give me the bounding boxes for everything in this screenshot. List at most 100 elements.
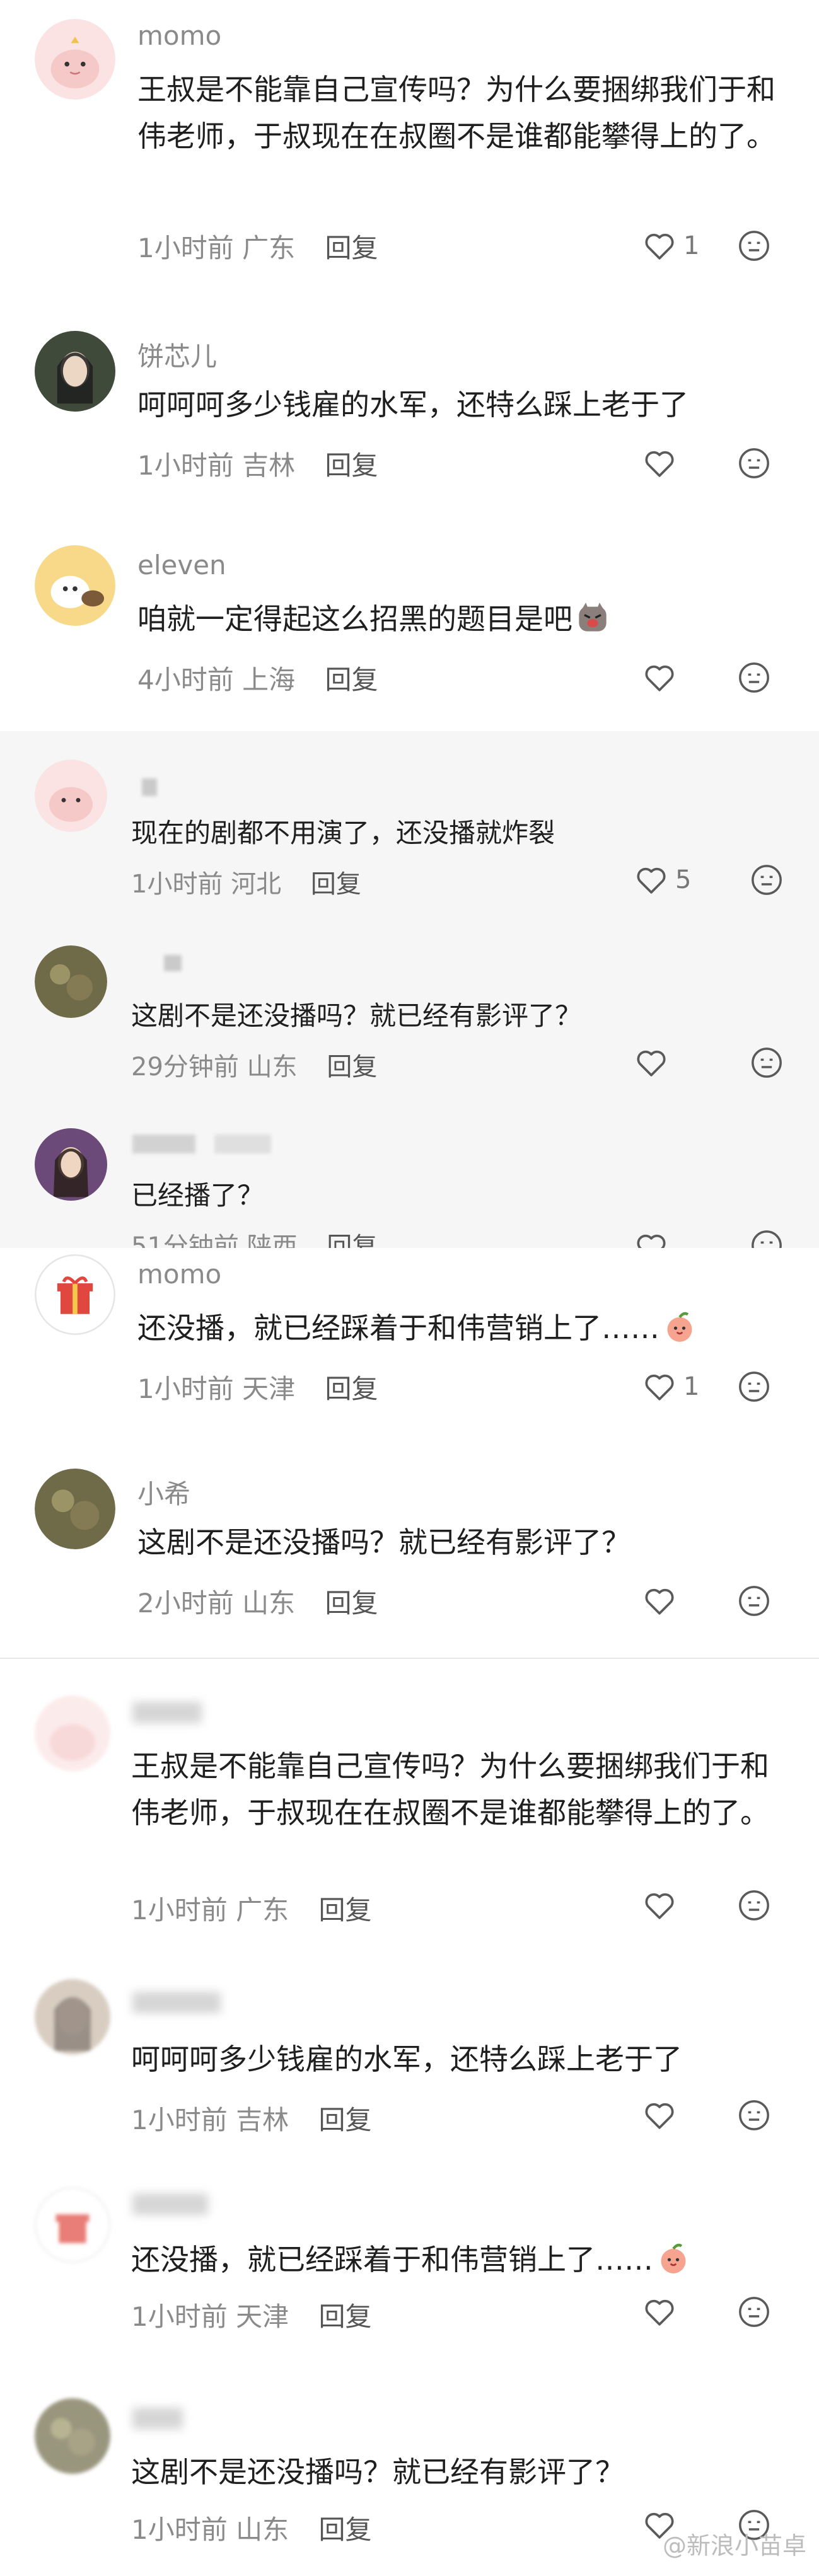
clipped-meta-row: 51分钟前 陕西 回复 <box>0 1223 819 1248</box>
reply-button[interactable]: 回复 <box>311 870 361 899</box>
like-button[interactable] <box>634 1228 675 1248</box>
location: 吉林 <box>242 450 296 481</box>
emoji-reaction-button[interactable] <box>736 228 772 263</box>
avatar[interactable] <box>35 1469 115 1549</box>
comment-meta: 4小时前 上海 回复 <box>137 659 378 697</box>
neutral-face-icon <box>739 1372 769 1402</box>
heart-outline-icon <box>645 233 674 260</box>
like-button[interactable] <box>642 2096 683 2134</box>
username[interactable]: 小希 <box>137 1473 190 1511</box>
reply-button[interactable]: 回复 <box>327 1053 377 1082</box>
like-button[interactable] <box>642 659 683 696</box>
username[interactable]: momo <box>137 1259 221 1290</box>
avatar[interactable] <box>35 1695 110 1771</box>
divider <box>0 1658 819 1659</box>
like-button[interactable]: 1 <box>642 1368 699 1406</box>
reply-button[interactable]: 回复 <box>325 450 378 481</box>
like-button[interactable] <box>642 444 683 482</box>
comment-meta: 1小时前 天津 回复 <box>131 2296 371 2334</box>
like-button[interactable] <box>642 1582 683 1620</box>
comment-text: 现在的剧都不用演了，还没播就炸裂 <box>131 817 555 848</box>
emoji-reaction-button[interactable] <box>749 1045 784 1080</box>
reply-button[interactable]: 回复 <box>327 1232 377 1248</box>
emoji-reaction-button[interactable] <box>736 446 772 481</box>
location: 陕西 <box>247 1232 298 1248</box>
like-button[interactable]: 1 <box>642 227 699 265</box>
emoji-reaction-button[interactable] <box>736 1369 772 1404</box>
comment-text: 咱就一定得起这么招黑的题目是吧 <box>137 596 793 642</box>
username-redacted <box>132 1702 202 1723</box>
emoji-reaction-button[interactable] <box>736 1888 772 1923</box>
timestamp: 1小时前 <box>137 1373 234 1404</box>
comment-text: 已经播了？ <box>131 1180 264 1211</box>
heart-outline-icon <box>645 451 674 477</box>
timestamp: 29分钟前 <box>131 1053 239 1082</box>
username[interactable]: eleven <box>137 550 226 580</box>
username-redacted <box>132 1992 221 2013</box>
avatar[interactable] <box>35 1254 115 1335</box>
timestamp: 1小时前 <box>131 1895 228 1926</box>
comment-meta: 1小时前 广东 回复 <box>131 1889 371 1927</box>
avatar[interactable] <box>35 1979 110 2055</box>
reply-button[interactable]: 回复 <box>325 1373 378 1404</box>
reply-button[interactable]: 回复 <box>318 2301 371 2332</box>
comment-meta: 1小时前 河北 回复 <box>131 863 361 900</box>
username-redacted <box>132 2408 183 2429</box>
heart-outline-icon <box>637 1234 666 1248</box>
emoji-reaction-button[interactable] <box>736 2098 772 2133</box>
heart-outline-icon <box>645 1588 674 1615</box>
username[interactable]: 饼芯儿 <box>137 335 217 374</box>
like-button[interactable] <box>634 1044 675 1082</box>
heart-outline-icon <box>645 1893 674 1919</box>
emoji-reaction-button[interactable] <box>749 1228 784 1248</box>
heart-outline-icon <box>637 1050 666 1077</box>
username-redacted <box>132 1135 195 1153</box>
comment-meta: 51分钟前 陕西 回复 <box>131 1226 377 1248</box>
comment-meta: 2小时前 山东 回复 <box>137 1582 378 1620</box>
reply-button[interactable]: 回复 <box>318 2105 371 2135</box>
avatar[interactable] <box>35 545 115 626</box>
timestamp: 1小时前 <box>131 2105 228 2135</box>
avatar[interactable] <box>35 1128 107 1201</box>
comment-text-content: 还没播，就已经踩着于和伟营销上了…… <box>131 2243 653 2277</box>
avatar[interactable] <box>35 945 107 1018</box>
avatar[interactable] <box>35 331 115 412</box>
heart-outline-icon <box>645 665 674 691</box>
avatar[interactable] <box>35 2398 110 2474</box>
avatar[interactable] <box>35 19 115 100</box>
reply-button[interactable]: 回复 <box>325 1588 378 1619</box>
like-button[interactable] <box>642 1886 683 1924</box>
heart-outline-icon <box>645 1374 674 1401</box>
neutral-face-icon <box>752 1230 782 1248</box>
heart-outline-icon <box>645 2103 674 2129</box>
username[interactable]: momo <box>137 20 221 51</box>
like-count: 5 <box>675 865 692 894</box>
comment-text: 这剧不是还没播吗？就已经有影评了？ <box>131 1000 582 1031</box>
comment-meta: 1小时前 吉林 回复 <box>137 444 378 483</box>
emoji-reaction-button[interactable] <box>736 660 772 695</box>
emoji-reaction-button[interactable] <box>749 862 784 898</box>
reply-button[interactable]: 回复 <box>318 1895 371 1926</box>
location: 河北 <box>231 870 282 899</box>
emoji-reaction-button[interactable] <box>736 2294 772 2330</box>
neutral-face-icon <box>739 231 769 261</box>
comment-text-content: 还没播，就已经踩着于和伟营销上了…… <box>137 1311 659 1345</box>
avatar[interactable] <box>35 2187 110 2263</box>
emoji-reaction-button[interactable] <box>736 1583 772 1619</box>
like-count: 1 <box>683 231 700 260</box>
timestamp: 1小时前 <box>131 870 223 899</box>
comment-meta: 1小时前 天津 回复 <box>137 1368 378 1406</box>
username-redacted <box>214 1135 271 1153</box>
like-button[interactable]: 5 <box>634 861 691 899</box>
like-button[interactable] <box>642 2293 683 2331</box>
reply-button[interactable]: 回复 <box>325 664 378 695</box>
neutral-face-icon <box>739 2100 769 2130</box>
comment-text: 呵呵呵多少钱雇的水军，还特么踩上老于了 <box>137 388 688 422</box>
reply-button[interactable]: 回复 <box>318 2514 371 2545</box>
neutral-face-icon <box>739 662 769 693</box>
reply-thread-background <box>0 731 819 1248</box>
location: 上海 <box>242 664 296 695</box>
reply-button[interactable]: 回复 <box>325 233 378 263</box>
neutral-face-icon <box>739 1586 769 1616</box>
avatar[interactable] <box>35 760 107 832</box>
